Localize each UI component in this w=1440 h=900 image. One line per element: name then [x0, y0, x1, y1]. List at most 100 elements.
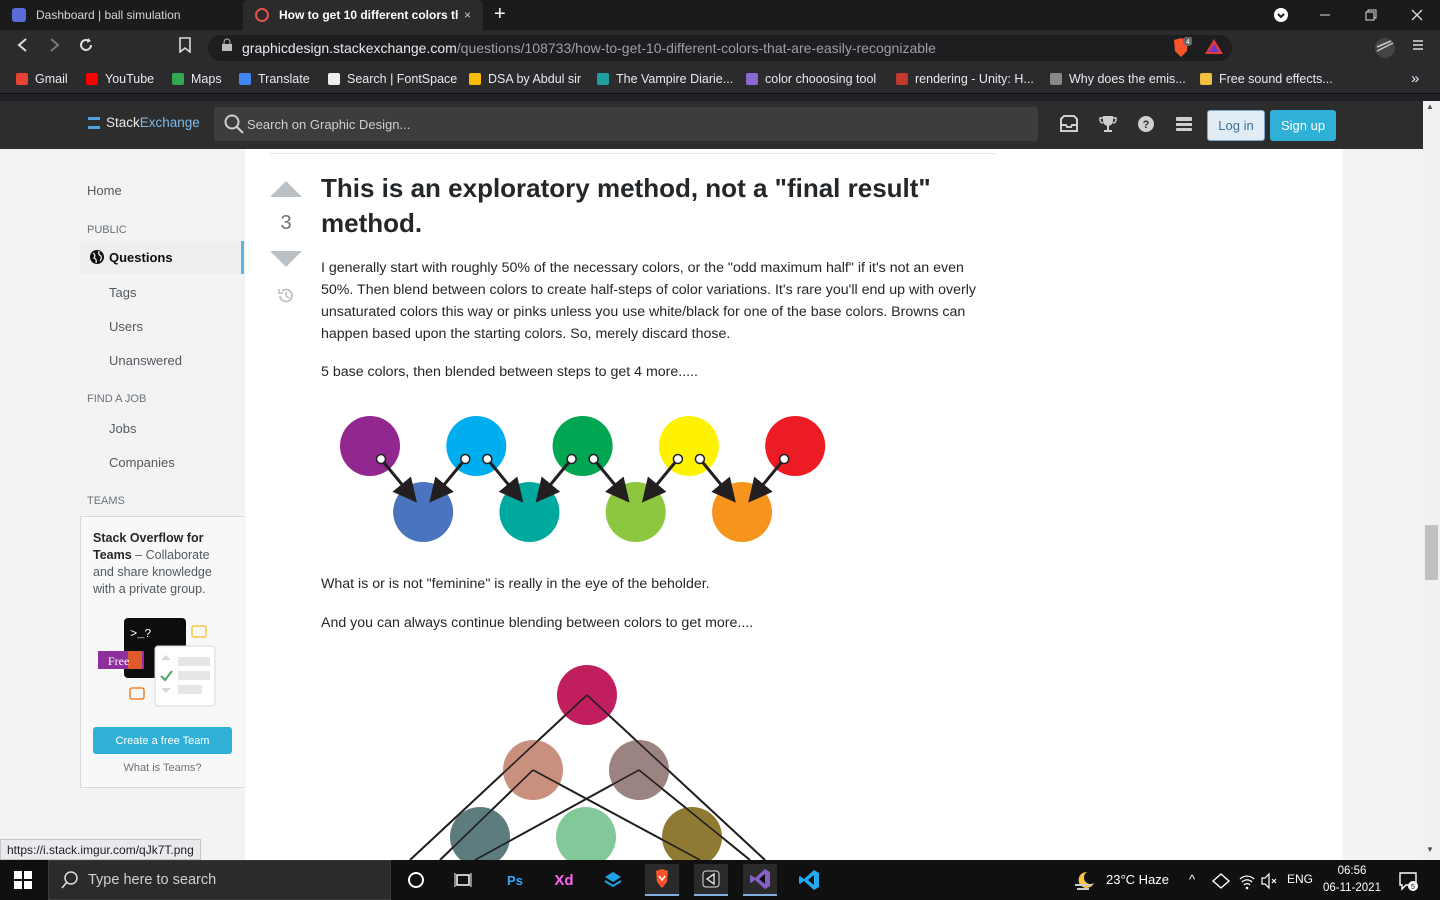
stackexchange-logo[interactable]: Stack Exchange: [88, 115, 200, 130]
lock-icon[interactable]: [216, 37, 238, 59]
bookmark-emission[interactable]: Why does the emis...: [1050, 72, 1186, 86]
create-team-button[interactable]: Create a free Team: [93, 727, 232, 754]
teams-promo-text: Stack Overflow for Teams – Collaborate a…: [93, 530, 233, 598]
bookmark-unity-rendering[interactable]: rendering - Unity: H...: [896, 72, 1034, 86]
svg-text:?: ?: [1143, 119, 1150, 131]
reload-icon[interactable]: [75, 37, 97, 59]
unity-tray-icon[interactable]: [1211, 872, 1231, 890]
stackexchange-logo-icon: [88, 116, 100, 129]
blend-arrow: [698, 458, 736, 503]
back-icon[interactable]: [12, 37, 34, 59]
windows-start-icon[interactable]: [14, 871, 32, 889]
restore-icon[interactable]: [1348, 0, 1394, 30]
photoshop-icon[interactable]: Ps: [498, 864, 532, 896]
vscode-icon[interactable]: [792, 864, 826, 896]
upvote-button[interactable]: [270, 181, 302, 197]
nav-jobs[interactable]: Jobs: [109, 421, 136, 436]
forward-icon[interactable]: [43, 37, 65, 59]
visual-studio-icon[interactable]: [743, 864, 777, 896]
menu-icon[interactable]: [1407, 37, 1429, 59]
unity-icon[interactable]: [694, 864, 728, 896]
tab-search-icon[interactable]: [1258, 0, 1304, 30]
blend-color-circle: [499, 482, 560, 542]
minimize-icon[interactable]: [1302, 0, 1348, 30]
fontspace-icon: [328, 73, 340, 85]
site-switcher-icon[interactable]: [1173, 113, 1195, 135]
language-indicator[interactable]: ENG: [1287, 872, 1313, 886]
divider: [270, 153, 996, 154]
task-view-icon[interactable]: [446, 864, 480, 896]
nav-users[interactable]: Users: [109, 319, 143, 334]
teams-free-badge: Free: [108, 654, 129, 668]
tray-overflow-icon[interactable]: ^: [1189, 872, 1195, 887]
nav-tags[interactable]: Tags: [109, 285, 136, 300]
bookmark-gmail[interactable]: Gmail: [16, 72, 68, 86]
bookmark-color-tool[interactable]: color chooosing tool: [746, 72, 876, 86]
drive-icon: [469, 73, 481, 85]
wifi-icon[interactable]: [1238, 872, 1256, 890]
brave-browser-icon[interactable]: [645, 864, 679, 896]
history-icon[interactable]: [276, 286, 296, 306]
close-window-icon[interactable]: [1394, 0, 1440, 30]
nav-heading-public: PUBLIC: [87, 224, 127, 236]
nav-companies[interactable]: Companies: [109, 455, 175, 470]
bookmark-sound-effects[interactable]: Free sound effects...: [1200, 72, 1333, 86]
base-color-circle: [658, 416, 719, 476]
achievements-trophy-icon[interactable]: [1097, 113, 1119, 135]
answer-paragraph: What is or is not "feminine" is really i…: [321, 576, 710, 592]
blend-arrow: [535, 458, 573, 503]
bookmark-fontspace[interactable]: Search | FontSpace: [328, 72, 457, 86]
tab-title: Dashboard | ball simulation: [36, 8, 181, 22]
signup-button[interactable]: Sign up: [1270, 110, 1336, 141]
tab-stackexchange-question[interactable]: How to get 10 different colors that are …: [243, 0, 483, 30]
login-button[interactable]: Log in: [1207, 110, 1265, 141]
scroll-up-icon[interactable]: ▲: [1426, 102, 1434, 111]
answer-paragraph: I generally start with roughly 50% of th…: [321, 260, 976, 342]
tab-close-icon[interactable]: ×: [464, 8, 471, 22]
graphicdesign-favicon-icon: [255, 8, 269, 22]
notification-center-icon[interactable]: 5: [1398, 870, 1420, 892]
tab-dashboard[interactable]: Dashboard | ball simulation: [0, 0, 242, 30]
inbox-icon[interactable]: [1058, 113, 1080, 135]
profile-avatar-icon[interactable]: [1374, 37, 1396, 59]
color-pyramid-diagram[interactable]: [400, 655, 780, 860]
nav-unanswered[interactable]: Unanswered: [109, 353, 182, 368]
bookmark-vampire-diaries[interactable]: The Vampire Diarie...: [597, 72, 733, 86]
more-bookmarks-icon[interactable]: »: [1411, 70, 1419, 87]
page-scrollbar[interactable]: [1423, 101, 1440, 860]
cortana-icon[interactable]: [399, 864, 433, 896]
taskbar-clock[interactable]: 06:56 06-11-2021: [1320, 863, 1384, 897]
layers-app-icon[interactable]: [596, 864, 630, 896]
color-tool-icon: [746, 73, 758, 85]
bookmark-label: color chooosing tool: [765, 72, 877, 86]
arrow-origin-dot: [694, 453, 706, 465]
scrollbar-thumb[interactable]: [1425, 525, 1438, 580]
right-gutter: [1343, 149, 1423, 860]
color-blend-diagram[interactable]: [330, 405, 840, 550]
maps-icon: [172, 73, 184, 85]
bookmark-icon[interactable]: [174, 37, 196, 59]
scroll-down-icon[interactable]: ▼: [1426, 845, 1434, 854]
bookmark-translate[interactable]: Translate: [239, 72, 310, 86]
nav-home[interactable]: Home: [87, 183, 122, 198]
blend-arrow: [486, 458, 524, 503]
help-icon[interactable]: ?: [1135, 113, 1157, 135]
notification-count: 5: [1411, 884, 1415, 891]
brave-shields-icon[interactable]: 4: [1170, 36, 1193, 59]
downvote-button[interactable]: [270, 251, 302, 267]
volume-muted-icon[interactable]: [1260, 872, 1278, 890]
blend-arrow: [748, 458, 786, 503]
bookmark-youtube[interactable]: YouTube: [86, 72, 154, 86]
clock-date: 06-11-2021: [1323, 882, 1381, 894]
what-is-teams-link[interactable]: What is Teams?: [93, 762, 232, 774]
weather-text[interactable]: 23°C Haze: [1106, 872, 1169, 887]
new-tab-button[interactable]: +: [494, 3, 506, 26]
url-text[interactable]: graphicdesign.stackexchange.com/question…: [242, 40, 936, 56]
bookmark-label: rendering - Unity: H...: [915, 72, 1034, 86]
bookmark-maps[interactable]: Maps: [172, 72, 222, 86]
bookmark-dsa[interactable]: DSA by Abdul sir: [469, 72, 581, 86]
brave-rewards-icon[interactable]: [1203, 37, 1225, 59]
base-color-circle: [340, 416, 400, 476]
answer-paragraph: And you can always continue blending bet…: [321, 615, 754, 631]
adobe-xd-icon[interactable]: Xd: [547, 864, 581, 896]
